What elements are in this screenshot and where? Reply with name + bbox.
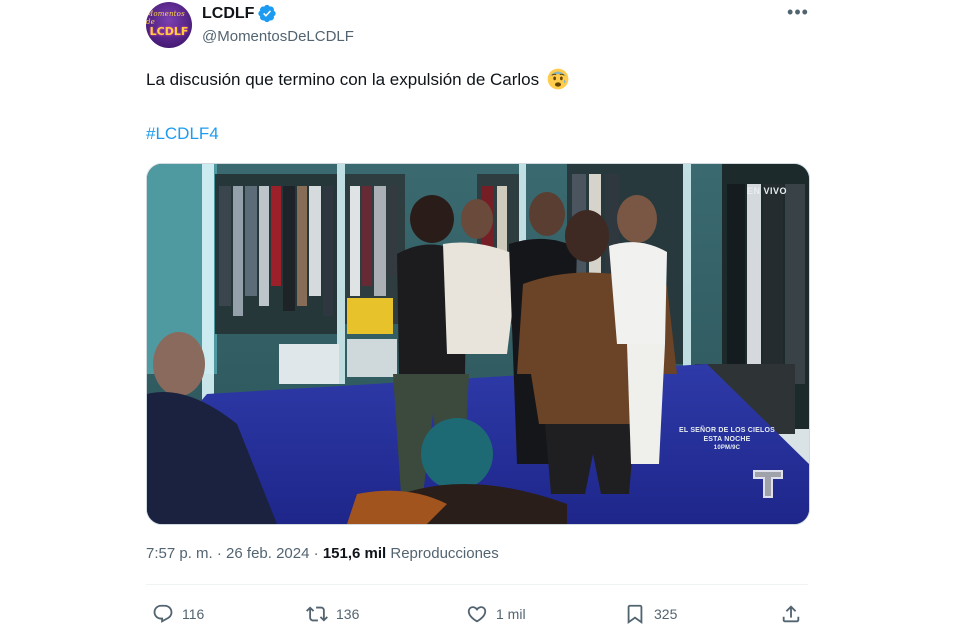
promo-line-1: EL SEÑOR DE LOS CIELOS: [678, 427, 776, 434]
bookmark-icon: [627, 604, 643, 625]
promo-line-3: 10PM/9C: [713, 445, 741, 451]
promo-overlay: EL SEÑOR DE LOS CIELOS ESTA NOCHE 10PM/9…: [657, 426, 797, 453]
bookmark-button[interactable]: 325: [624, 598, 677, 630]
reply-button[interactable]: 116: [152, 598, 204, 630]
share-icon: [782, 605, 800, 623]
tweet: Momentos de LCDLF LCDLF @MomentosDeLCDLF…: [146, 0, 810, 640]
share-button[interactable]: [780, 598, 802, 630]
telemundo-logo-icon: [753, 470, 783, 498]
views-label: Reproducciones: [390, 545, 499, 562]
views-count: 151,6 mil: [322, 545, 387, 562]
promo-line-2: ESTA NOCHE: [703, 436, 751, 443]
video-frame-image: [147, 164, 809, 524]
meta-separator-2: ·: [313, 545, 319, 562]
author-handle[interactable]: @MomentosDeLCDLF: [202, 28, 354, 45]
avatar[interactable]: Momentos de LCDLF: [146, 2, 192, 48]
tweet-meta: 7:57 p. m. · 26 feb. 2024 · 151,6 mil Re…: [146, 545, 499, 562]
tweet-time[interactable]: 7:57 p. m.: [146, 545, 213, 562]
tweet-text: La discusión que termino con la expulsió…: [146, 68, 569, 91]
anxious-face-emoji-icon: [547, 68, 569, 90]
avatar-logo-top: Momentos de: [146, 10, 185, 26]
like-button[interactable]: 1 mil: [466, 598, 526, 630]
more-options-icon[interactable]: •••: [786, 0, 810, 24]
action-bar: 116 136 1 mil 325: [146, 598, 808, 630]
repost-count: 136: [336, 606, 360, 622]
reply-icon: [153, 604, 173, 623]
author-display-name[interactable]: LCDLF: [202, 5, 254, 23]
tweet-text-body: La discusión que termino con la expulsió…: [146, 70, 540, 89]
meta-separator-1: ·: [216, 545, 222, 562]
bookmark-count: 325: [654, 606, 678, 622]
repost-icon: [306, 606, 328, 622]
hashtag-link[interactable]: #LCDLF4: [146, 124, 219, 144]
divider: [146, 584, 808, 585]
live-overlay-label: EN VIVO: [746, 186, 787, 196]
video-media[interactable]: EN VIVO EL SEÑOR DE LOS CIELOS ESTA NOCH…: [146, 163, 810, 525]
repost-button[interactable]: 136: [306, 598, 359, 630]
author-name-row[interactable]: LCDLF: [202, 4, 277, 23]
tweet-date[interactable]: 26 feb. 2024: [226, 545, 309, 562]
verified-badge-icon: [258, 4, 277, 23]
heart-icon: [467, 606, 487, 623]
reply-count: 116: [182, 606, 205, 622]
avatar-logo-main: LCDLF: [149, 25, 189, 38]
like-count: 1 mil: [496, 606, 526, 622]
